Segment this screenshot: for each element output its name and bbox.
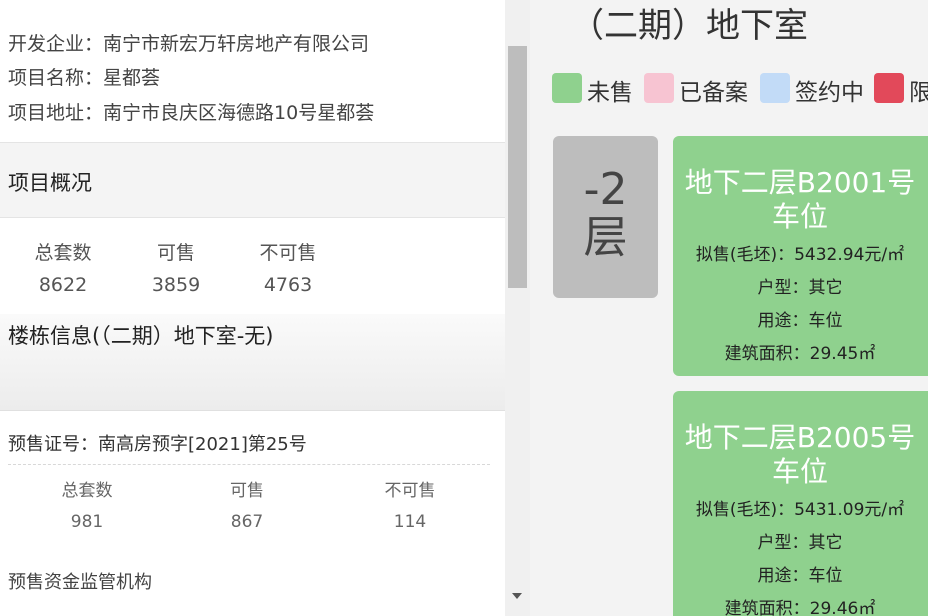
unit-name: 地下二层B2005号车位 — [684, 421, 916, 488]
unit-type: 户型：其它 — [757, 533, 843, 553]
stat-label: 不可售 — [259, 242, 317, 264]
unit-card[interactable]: 地下二层B2005号车位 拟售(毛坯)：5431.09元/㎡ 户型：其它 用途：… — [673, 391, 928, 616]
stat-label: 可售 — [230, 481, 264, 501]
overview-stat-unavailable: 不可售 4763 — [254, 238, 322, 296]
stat-label: 可售 — [156, 242, 195, 264]
legend-label: 未售 — [587, 80, 633, 106]
scrollbar-thumb[interactable] — [508, 46, 527, 288]
unit-area: 建筑面积：29.46㎡ — [724, 599, 876, 616]
legend-label: 限 — [909, 80, 928, 106]
overview-title: 项目概况 — [8, 171, 92, 195]
presale-stat-unavailable: 不可售 114 — [378, 476, 442, 532]
unit-price: 拟售(毛坯)：5431.09元/㎡ — [695, 500, 905, 520]
stat-value: 114 — [393, 512, 427, 532]
developer-value: 南宁市新宏万轩房地产有限公司 — [103, 33, 370, 55]
developer-line: 开发企业：南宁市新宏万轩房地产有限公司 — [8, 29, 369, 56]
stat-value: 8622 — [38, 274, 88, 296]
project-name-line: 项目名称：星都荟 — [8, 63, 160, 90]
project-address-label: 项目地址： — [8, 102, 104, 124]
unit-use: 用途：车位 — [757, 311, 843, 331]
presale-cert-number: 预售证号：南高房预字[2021]第25号 — [8, 434, 307, 455]
stat-value: 3859 — [151, 274, 201, 296]
presale-fund-supervisor-label: 预售资金监管机构 — [8, 572, 152, 593]
legend-swatch — [644, 73, 674, 103]
project-info-panel: 开发企业：南宁市新宏万轩房地产有限公司 项目名称：星都荟 项目地址：南宁市良庆区… — [0, 0, 505, 616]
building-info-title: 楼栋信息(（二期）地下室-无) — [8, 324, 274, 348]
legend-swatch — [552, 73, 582, 103]
building-title: （二期）地下室 — [570, 6, 808, 46]
unit-use: 用途：车位 — [757, 566, 843, 586]
stat-value: 4763 — [263, 274, 313, 296]
overview-stats: 总套数 8622 可售 3859 不可售 4763 — [0, 218, 505, 314]
stat-value: 981 — [70, 512, 104, 532]
developer-label: 开发企业： — [8, 33, 104, 55]
stat-label: 总套数 — [34, 242, 92, 264]
project-basic-info: 开发企业：南宁市新宏万轩房地产有限公司 项目名称：星都荟 项目地址：南宁市良庆区… — [0, 0, 505, 143]
presale-stat-available: 可售 867 — [223, 476, 271, 532]
floor-plan-panel: （二期）地下室 未售 已备案 签约中 限 -2 层 地下二层B2001号车位 拟… — [530, 0, 928, 616]
floor-number: -2 — [583, 164, 628, 215]
project-address-line: 项目地址：南宁市良庆区海德路10号星都荟 — [8, 98, 374, 125]
presale-stat-total: 总套数 981 — [56, 476, 118, 532]
legend-swatch — [760, 73, 790, 103]
overview-stat-total: 总套数 8622 — [30, 238, 96, 296]
overview-stat-available: 可售 3859 — [150, 238, 202, 296]
presale-info: 预售证号：南高房预字[2021]第25号 总套数 981 可售 867 不可售 … — [0, 412, 505, 616]
unit-type: 户型：其它 — [757, 278, 843, 298]
overview-header: 项目概况 — [0, 143, 505, 218]
project-name-label: 项目名称： — [8, 67, 104, 89]
floor-unit: 层 — [583, 212, 628, 263]
divider — [8, 464, 490, 465]
floor-label: -2 层 — [553, 136, 658, 298]
stat-label: 不可售 — [384, 481, 436, 501]
unit-card[interactable]: 地下二层B2001号车位 拟售(毛坯)：5432.94元/㎡ 户型：其它 用途：… — [673, 136, 928, 376]
building-info-header[interactable]: 楼栋信息(（二期）地下室-无) — [0, 314, 505, 411]
unit-name: 地下二层B2001号车位 — [684, 166, 916, 233]
unit-price: 拟售(毛坯)：5432.94元/㎡ — [695, 245, 905, 265]
unit-area: 建筑面积：29.45㎡ — [724, 344, 876, 364]
legend-label: 已备案 — [679, 80, 748, 106]
stat-label: 总套数 — [61, 481, 113, 501]
legend-label: 签约中 — [795, 80, 864, 106]
vertical-scrollbar[interactable] — [505, 0, 530, 616]
project-name-value: 星都荟 — [103, 67, 161, 89]
stat-value: 867 — [230, 512, 264, 532]
scroll-down-arrow-icon[interactable] — [512, 593, 522, 599]
project-address-value: 南宁市良庆区海德路10号星都荟 — [103, 102, 375, 124]
legend-swatch — [874, 73, 904, 103]
